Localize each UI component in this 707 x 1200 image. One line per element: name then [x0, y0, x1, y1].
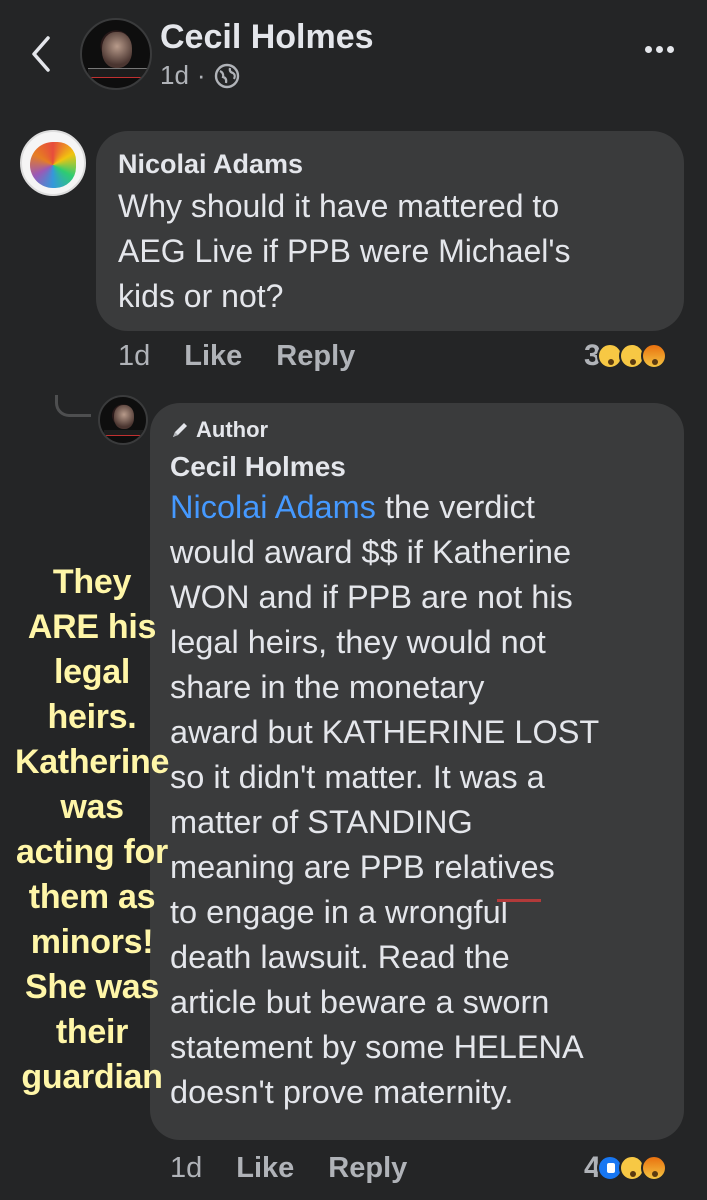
comment-thread-screen: Cecil Holmes 1d · Nicolai Adams Why shou…: [0, 0, 707, 1200]
reply-line: statement by some HELENA: [170, 1029, 584, 1065]
comment-author[interactable]: Nicolai Adams: [118, 149, 662, 180]
more-options-button[interactable]: [645, 40, 685, 60]
pen-icon: [173, 423, 187, 437]
author-badge: Author: [170, 415, 664, 445]
post-meta: 1d ·: [160, 60, 240, 91]
reply-actions: 1d Like Reply: [170, 1152, 407, 1185]
annotation-line: heirs.: [47, 698, 137, 736]
reply-line: WON and if PPB are not his: [170, 579, 573, 615]
comment-line: Why should it have mattered to: [118, 188, 560, 224]
angry-reaction-icon: [640, 343, 667, 369]
reply-line: share in the monetary: [170, 669, 485, 705]
post-author-avatar[interactable]: [80, 18, 152, 90]
reply-button[interactable]: Reply: [328, 1152, 407, 1185]
reply-line: matter of STANDING: [170, 804, 473, 840]
reply-line: Nicolai Adams the verdict: [170, 485, 664, 530]
back-button[interactable]: [26, 34, 56, 74]
reply-line-text: the verdict: [375, 489, 535, 525]
comment-actions: 1d Like Reply: [118, 340, 355, 373]
comment-line: AEG Live if PPB were Michael's: [118, 233, 571, 269]
annotation-line: guardian: [21, 1058, 163, 1096]
commenter-avatar[interactable]: [20, 130, 86, 196]
reply-author-avatar[interactable]: [98, 395, 148, 445]
reply-line: legal heirs, they would not: [170, 624, 546, 660]
reply-text: Nicolai Adams the verdict would award $$…: [170, 485, 664, 1115]
reply-author[interactable]: Cecil Holmes: [170, 451, 664, 483]
annotation-line: was: [60, 788, 124, 826]
more-dots-icon: [645, 46, 652, 53]
annotation-line: their: [55, 1013, 129, 1051]
post-time: 1d: [160, 60, 189, 90]
angry-reaction-icon: [640, 1155, 667, 1181]
reply-line: meaning are PPB relatives: [170, 849, 555, 885]
reply-line: would award $$ if Katherine: [170, 534, 572, 570]
annotation-line: acting for: [16, 833, 168, 871]
spellcheck-underline: [497, 899, 541, 902]
reply-line: death lawsuit. Read the: [170, 939, 510, 975]
meta-separator: ·: [196, 60, 206, 90]
annotation-line: She was: [25, 968, 159, 1006]
comment-time: 1d: [118, 340, 151, 372]
comment-text: Why should it have mattered to AEG Live …: [118, 184, 662, 319]
like-button[interactable]: Like: [184, 340, 242, 373]
reply-line: to engage in a wrongful: [170, 894, 508, 930]
globe-icon: [214, 63, 239, 88]
annotation-line: them as: [28, 878, 156, 916]
reply-time: 1d: [170, 1152, 203, 1184]
comment-bubble: Nicolai Adams Why should it have mattere…: [96, 131, 684, 331]
like-button[interactable]: Like: [236, 1152, 294, 1185]
reply-line: so it didn't matter. It was a: [170, 759, 545, 795]
thread-connector: [55, 395, 91, 417]
reply-bubble: Author Cecil Holmes Nicolai Adams the ve…: [150, 403, 684, 1140]
post-header: Cecil Holmes 1d ·: [0, 0, 707, 108]
author-badge-label: Author: [196, 417, 269, 442]
annotation-line: They: [52, 563, 132, 601]
reply-line: article but beware a sworn: [170, 984, 550, 1020]
reply-line: doesn't prove maternity.: [170, 1074, 514, 1110]
reply-button[interactable]: Reply: [276, 340, 355, 373]
annotation-line: legal: [54, 653, 130, 691]
annotation-line: Katherine: [14, 743, 170, 781]
annotation-line: minors!: [30, 923, 154, 961]
mention-link[interactable]: Nicolai Adams: [170, 489, 376, 525]
post-author-name[interactable]: Cecil Holmes: [160, 18, 374, 57]
chevron-left-icon: [32, 36, 50, 72]
reply-line: award but KATHERINE LOST: [170, 714, 600, 750]
comment-reactions[interactable]: 3: [584, 339, 667, 373]
annotation-overlay: They ARE his legal heirs. Katherine was …: [0, 560, 184, 1100]
annotation-line: ARE his: [27, 608, 157, 646]
reply-reactions[interactable]: 4: [584, 1151, 667, 1185]
comment-line: kids or not?: [118, 278, 284, 314]
